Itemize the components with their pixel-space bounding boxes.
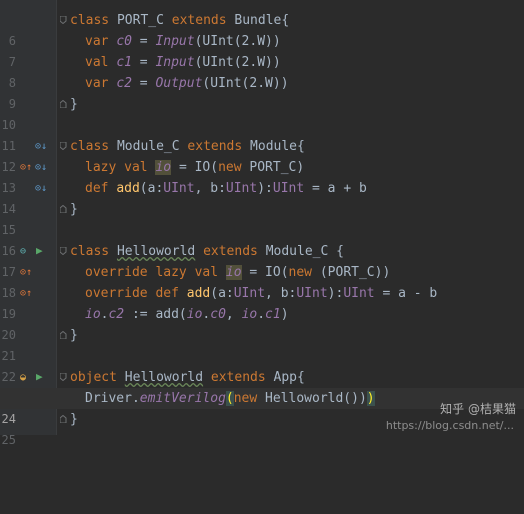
code-line-13[interactable]: 13 ⊙↑ ⊙↓ lazy val io = IO(new PORT_C) bbox=[0, 157, 524, 195]
watermark-url: https://blog.csdn.net/... bbox=[385, 419, 514, 432]
code-line-12[interactable]: 12 ⊙↓ class Module_C extends Module{ bbox=[0, 136, 524, 174]
fold-close-icon[interactable] bbox=[60, 415, 67, 423]
code-line-14[interactable]: 14 ⊙↓ def add(a:UInt, b:UInt):UInt = a +… bbox=[0, 178, 524, 216]
code-line-11[interactable]: 11 bbox=[0, 115, 524, 153]
implemented-down-icon[interactable]: ⊙↓ bbox=[35, 183, 47, 194]
code-line-18[interactable]: 18 ⊙↑ override lazy val io = IO(new (POR… bbox=[0, 262, 524, 300]
overrides-icon[interactable]: ⊖ bbox=[20, 246, 26, 257]
code-text: def add(a:UInt, b:UInt):UInt = a + b bbox=[85, 181, 367, 196]
code-text: } bbox=[70, 97, 78, 112]
overrides-up-icon[interactable]: ⊙↑ bbox=[20, 162, 32, 173]
fold-open-icon[interactable] bbox=[60, 373, 67, 381]
code-line-20[interactable]: 20 io.c2 := add(io.c0, io.c1) bbox=[0, 304, 524, 342]
code-text: class Helloworld extends Module_C { bbox=[70, 244, 344, 259]
code-text: override def add(a:UInt, b:UInt):UInt = … bbox=[85, 286, 438, 301]
fold-open-icon[interactable] bbox=[60, 247, 67, 255]
code-text: val c1 = Input(UInt(2.W)) bbox=[85, 55, 281, 70]
code-text: object Helloworld extends App{ bbox=[70, 370, 305, 385]
code-text: class PORT_C extends Bundle{ bbox=[70, 13, 290, 28]
fold-close-icon[interactable] bbox=[60, 100, 67, 108]
code-line-22[interactable]: 22 bbox=[0, 346, 524, 384]
code-line-7[interactable]: 7 var c0 = Input(UInt(2.W)) bbox=[0, 31, 524, 69]
code-text: var c2 = Output(UInt(2.W)) bbox=[85, 76, 289, 91]
code-editor[interactable]: 6 class PORT_C extends Bundle{ 7 var c0 … bbox=[0, 0, 524, 447]
watermark-text: 知乎 @桔果猫 bbox=[440, 402, 516, 416]
run-icon[interactable]: ▶ bbox=[36, 245, 43, 256]
overrides-up-icon[interactable]: ⊙↑ bbox=[20, 288, 32, 299]
overrides-up-icon[interactable]: ⊙↑ bbox=[20, 267, 32, 278]
code-line-16[interactable]: 16 bbox=[0, 220, 524, 258]
fold-close-icon[interactable] bbox=[60, 331, 67, 339]
implemented-down-icon[interactable]: ⊙↓ bbox=[35, 162, 47, 173]
line-number: 25 bbox=[1, 433, 16, 447]
code-line-19[interactable]: 19 ⊙↑ override def add(a:UInt, b:UInt):U… bbox=[0, 283, 524, 321]
code-line-17[interactable]: 17 ⊖ ▶ class Helloworld extends Module_C… bbox=[0, 241, 524, 279]
code-text: var c0 = Input(UInt(2.W)) bbox=[85, 34, 281, 49]
code-line-9[interactable]: 9 var c2 = Output(UInt(2.W)) bbox=[0, 73, 524, 111]
code-text: override lazy val io = IO(new (PORT_C)) bbox=[85, 265, 391, 280]
code-line-10[interactable]: 10 } bbox=[0, 94, 524, 132]
code-line-23[interactable]: 23 ◒ ▶ object Helloworld extends App{ bbox=[0, 367, 524, 405]
fold-close-icon[interactable] bbox=[60, 205, 67, 213]
code-text: } bbox=[70, 328, 78, 343]
code-text: class Module_C extends Module{ bbox=[70, 139, 305, 154]
fold-open-icon[interactable] bbox=[60, 16, 67, 24]
code-text: lazy val io = IO(new PORT_C) bbox=[85, 160, 305, 175]
code-text: } bbox=[70, 412, 78, 427]
code-line-21[interactable]: 21 } bbox=[0, 325, 524, 363]
object-icon[interactable]: ◒ bbox=[20, 372, 26, 383]
implemented-down-icon[interactable]: ⊙↓ bbox=[35, 141, 47, 152]
code-text: Driver.emitVerilog(new Helloworld())) bbox=[85, 391, 375, 406]
code-line-8[interactable]: 8 val c1 = Input(UInt(2.W)) bbox=[0, 52, 524, 90]
code-text: } bbox=[70, 202, 78, 217]
fold-open-icon[interactable] bbox=[60, 142, 67, 150]
run-icon[interactable]: ▶ bbox=[36, 371, 43, 382]
code-line-15[interactable]: 15 } bbox=[0, 199, 524, 237]
code-line-6[interactable]: 6 class PORT_C extends Bundle{ bbox=[0, 10, 524, 48]
code-text: io.c2 := add(io.c0, io.c1) bbox=[85, 307, 289, 322]
